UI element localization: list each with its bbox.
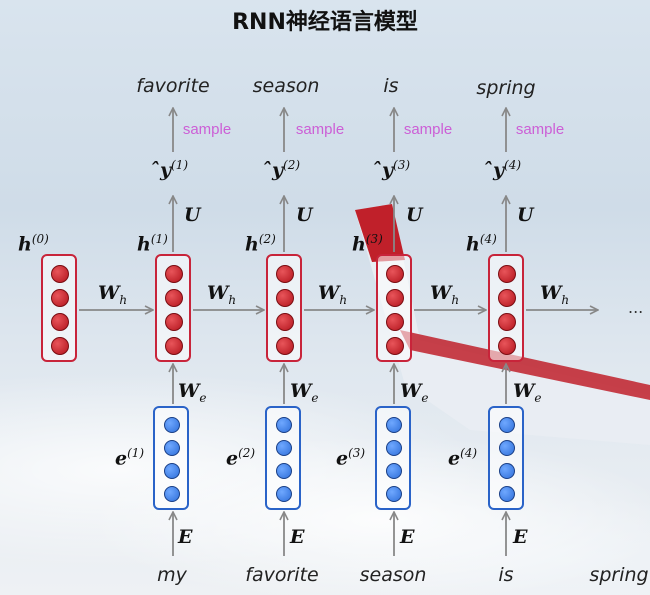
input-word-3: season: [359, 564, 427, 586]
embedding-unit: [499, 417, 515, 433]
y-hat-label-2: ̂y(2): [272, 158, 301, 182]
hidden-unit: [165, 313, 183, 331]
embedding-e3: [375, 406, 411, 510]
embedding-unit: [276, 417, 292, 433]
h-label-1: h(1): [137, 232, 168, 256]
hidden-unit: [276, 337, 294, 355]
output-word-1: favorite: [136, 75, 210, 97]
input-word-5: spring: [589, 564, 649, 586]
hidden-state-h4: [488, 254, 524, 362]
hidden-unit: [276, 313, 294, 331]
h-label-4: h(4): [466, 232, 497, 256]
sample-label-2: sample: [295, 121, 345, 138]
hidden-state-h3: [376, 254, 412, 362]
hidden-state-h2: [266, 254, 302, 362]
hidden-unit: [165, 265, 183, 283]
embedding-e4: [488, 406, 524, 510]
embedding-unit: [164, 417, 180, 433]
u-weight-label-2: U: [296, 204, 313, 226]
hidden-unit: [165, 337, 183, 355]
wh-weight-label-1: Wh: [98, 282, 128, 307]
we-weight-label-4: We: [513, 380, 542, 405]
hidden-state-h0: [41, 254, 77, 362]
sample-label-3: sample: [403, 121, 453, 138]
hidden-state-h1: [155, 254, 191, 362]
hidden-unit: [51, 337, 69, 355]
ellipsis: ...: [628, 298, 644, 317]
u-weight-label-1: U: [184, 204, 201, 226]
hidden-unit: [51, 313, 69, 331]
wh-weight-label-3: Wh: [318, 282, 348, 307]
hidden-unit: [498, 337, 516, 355]
embedding-unit: [499, 486, 515, 502]
e-label-2: e(2): [226, 446, 256, 470]
embedding-unit: [164, 440, 180, 456]
hidden-unit: [51, 289, 69, 307]
e-label-3: e(3): [336, 446, 366, 470]
input-word-2: favorite: [245, 564, 319, 586]
hidden-unit: [276, 265, 294, 283]
hidden-unit: [498, 313, 516, 331]
hidden-unit: [498, 265, 516, 283]
embedding-unit: [386, 417, 402, 433]
embedding-unit: [499, 440, 515, 456]
h-label-3: h(3): [352, 232, 383, 256]
hidden-unit: [276, 289, 294, 307]
hidden-unit: [51, 265, 69, 283]
y-hat-label-4: ̂y(4): [493, 158, 522, 182]
h0-label: h(0): [18, 232, 49, 256]
e-matrix-label-2: E: [290, 526, 305, 548]
wh-weight-label-2: Wh: [207, 282, 237, 307]
embedding-unit: [386, 440, 402, 456]
wh-weight-label-5: Wh: [540, 282, 570, 307]
h-label-2: h(2): [245, 232, 276, 256]
hidden-unit: [386, 289, 404, 307]
sample-label-4: sample: [515, 121, 565, 138]
input-word-1: my: [157, 564, 187, 586]
hidden-unit: [386, 265, 404, 283]
embedding-unit: [276, 486, 292, 502]
embedding-unit: [276, 440, 292, 456]
embedding-unit: [386, 463, 402, 479]
embedding-unit: [386, 486, 402, 502]
output-word-3: is: [383, 75, 399, 97]
y-hat-label-3: ̂y(3): [382, 158, 411, 182]
embedding-unit: [499, 463, 515, 479]
input-word-4: is: [498, 564, 514, 586]
embedding-unit: [164, 463, 180, 479]
e-label-1: e(1): [115, 446, 145, 470]
u-weight-label-3: U: [406, 204, 423, 226]
e-matrix-label-1: E: [178, 526, 193, 548]
hidden-unit: [386, 337, 404, 355]
hidden-unit: [498, 289, 516, 307]
e-label-4: e(4): [448, 446, 478, 470]
wh-weight-label-4: Wh: [430, 282, 460, 307]
hidden-unit: [165, 289, 183, 307]
slide: RNN神经语言模型 favorite season is spring samp…: [0, 0, 650, 595]
embedding-e1: [153, 406, 189, 510]
output-word-2: season: [252, 75, 320, 97]
y-hat-label-1: ̂y(1): [160, 158, 189, 182]
embedding-unit: [164, 486, 180, 502]
output-word-4: spring: [476, 77, 536, 99]
we-weight-label-2: We: [290, 380, 319, 405]
embedding-unit: [276, 463, 292, 479]
u-weight-label-4: U: [517, 204, 534, 226]
we-weight-label-3: We: [400, 380, 429, 405]
embedding-e2: [265, 406, 301, 510]
e-matrix-label-4: E: [513, 526, 528, 548]
hidden-unit: [386, 313, 404, 331]
sample-label-1: sample: [182, 121, 232, 138]
we-weight-label-1: We: [178, 380, 207, 405]
e-matrix-label-3: E: [400, 526, 415, 548]
